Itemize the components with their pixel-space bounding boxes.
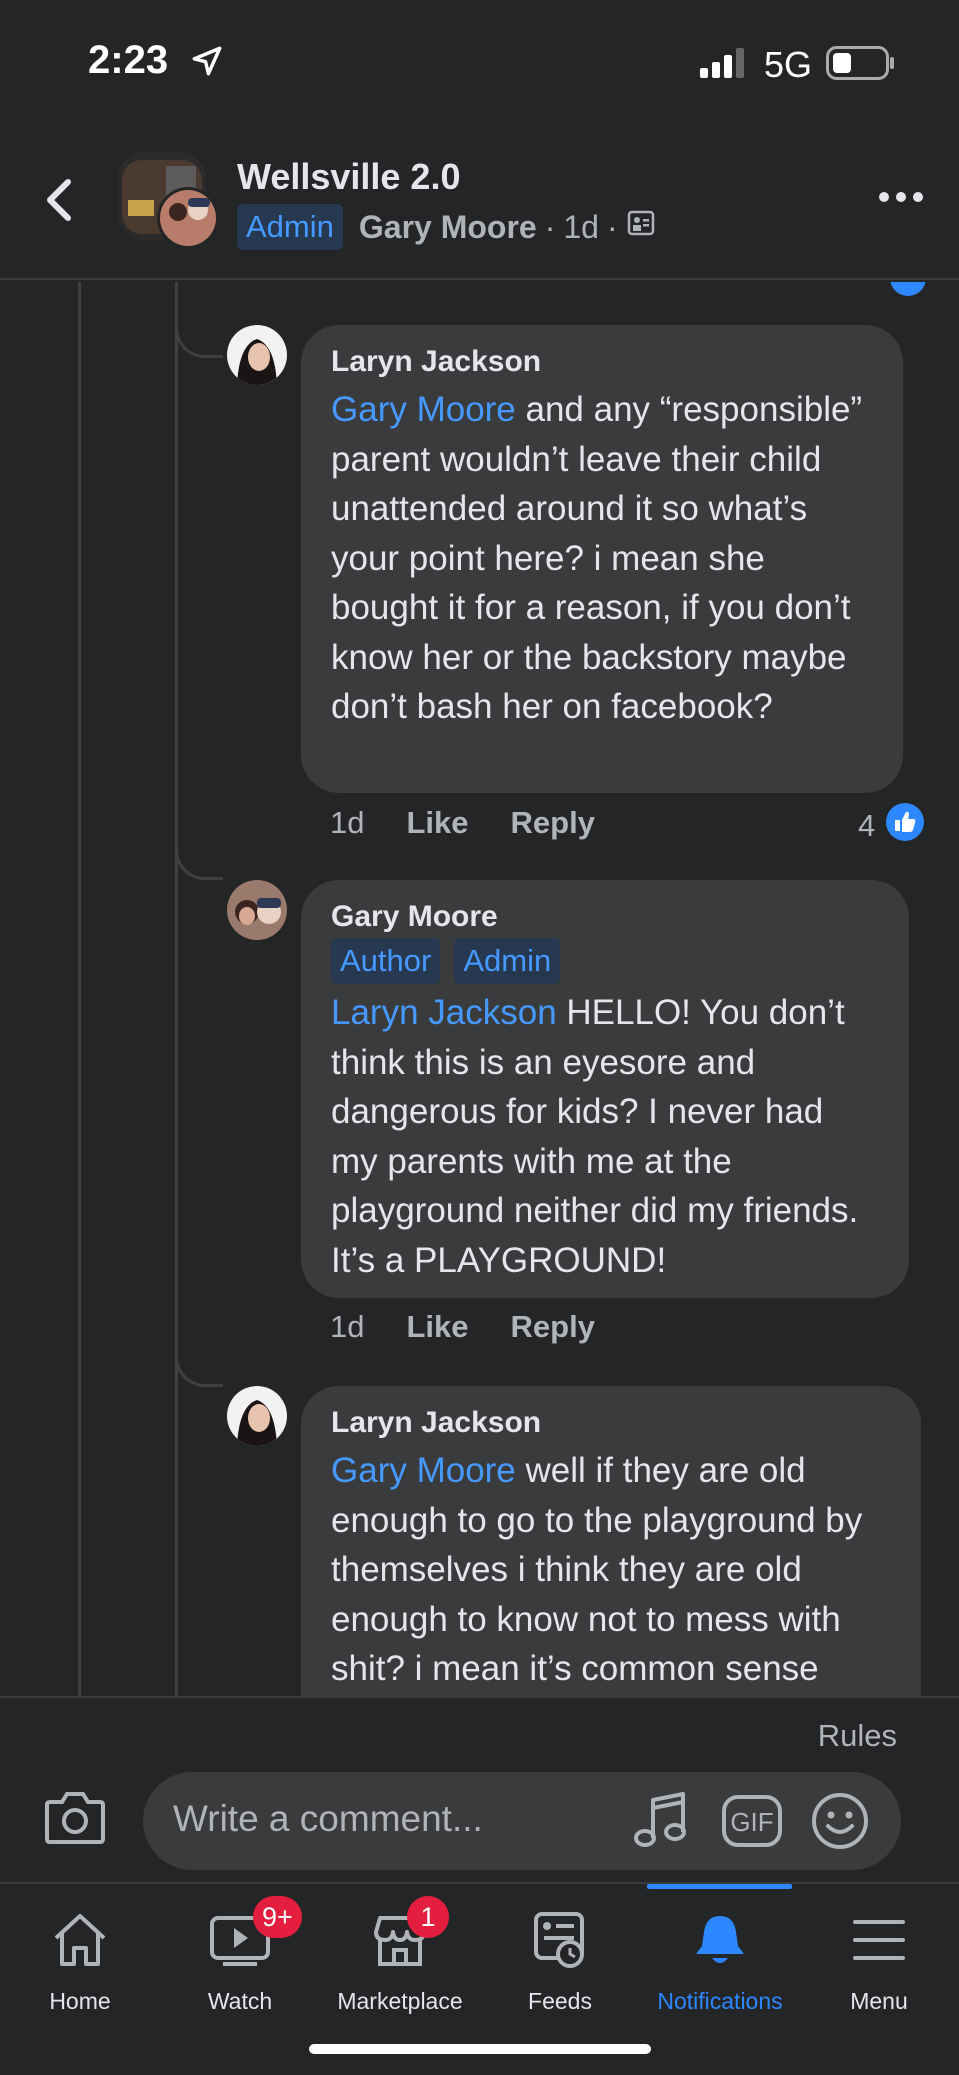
comment-input[interactable] [173, 1798, 613, 1840]
tab-label: Notifications [657, 1988, 783, 2014]
group-avatar[interactable] [118, 152, 219, 252]
mention-link[interactable]: Gary Moore [331, 1451, 516, 1490]
tab-label: Menu [850, 1988, 908, 2014]
signal-bars-icon [700, 48, 748, 83]
location-arrow-icon [190, 44, 224, 83]
emoji-icon[interactable] [811, 1792, 869, 1855]
comment-time: 1d [330, 805, 365, 840]
like-reaction-icon [890, 282, 926, 296]
home-indicator [309, 2044, 651, 2054]
battery-icon [826, 46, 896, 85]
like-reaction-icon [885, 802, 925, 850]
comment-time: 1d [330, 1309, 365, 1344]
tab-feeds[interactable]: Feeds [480, 1884, 640, 2034]
notification-badge: 9+ [253, 1896, 302, 1938]
reply-button[interactable]: Reply [511, 1309, 595, 1345]
tab-label: Watch [207, 1988, 273, 2014]
network-type: 5G [764, 44, 813, 85]
post-header: Wellsville 2.0 Admin Gary Moore · 1d · [0, 130, 959, 280]
comment-text: Laryn Jackson HELLO! You don’t think thi… [331, 988, 879, 1285]
reaction-count: 4 [858, 808, 876, 843]
mention-link[interactable]: Gary Moore [331, 390, 516, 429]
admin-badge: Admin [454, 938, 561, 984]
reply-connector [175, 1307, 223, 1387]
feeds-icon [530, 1910, 590, 1975]
post-meta: Admin Gary Moore · 1d · [237, 204, 656, 250]
tab-menu[interactable]: Menu [799, 1884, 959, 2034]
thread-line [175, 282, 178, 1696]
comment-text: Gary Moore well if they are old enough t… [331, 1446, 891, 1694]
comment-actions: 1d Like Reply [330, 1309, 637, 1345]
reply-button[interactable]: Reply [511, 805, 595, 841]
tab-home[interactable]: Home [0, 1884, 160, 2034]
author-badges: Author Admin [331, 938, 879, 984]
menu-icon [849, 1910, 909, 1975]
avatar[interactable] [227, 880, 287, 940]
comment-bubble: Gary Moore Author Admin Laryn Jackson HE… [301, 880, 909, 1298]
admin-badge: Admin [237, 204, 343, 250]
group-name[interactable]: Wellsville 2.0 [237, 156, 460, 198]
comment-body: HELLO! You don’t think this is an eyesor… [331, 993, 859, 1280]
status-time: 2:23 [88, 38, 169, 82]
tab-marketplace[interactable]: 1 Marketplace [320, 1884, 480, 2034]
comment-author[interactable]: Laryn Jackson [331, 343, 873, 381]
camera-icon[interactable] [44, 1790, 106, 1849]
tab-label: Feeds [528, 1988, 592, 2014]
separator-dot: · [544, 208, 556, 245]
tab-label: Marketplace [337, 1988, 463, 2014]
comment-text: Gary Moore and any “responsible” parent … [331, 385, 873, 732]
tab-label: Home [49, 1988, 111, 2014]
gif-button[interactable]: GIF [721, 1794, 783, 1853]
post-age: 1d [563, 208, 599, 245]
comment-author[interactable]: Laryn Jackson [331, 1404, 891, 1442]
reply-connector [175, 802, 223, 880]
comment-field[interactable]: GIF [143, 1772, 901, 1870]
status-bar: 2:23 5G [0, 0, 959, 130]
like-button[interactable]: Like [406, 805, 468, 841]
tab-notifications[interactable]: Notifications [640, 1884, 800, 2034]
tab-watch[interactable]: 9+ Watch [160, 1884, 320, 2034]
music-note-icon[interactable] [633, 1790, 689, 1855]
post-author[interactable]: Gary Moore [359, 209, 537, 246]
comment-bubble: Laryn Jackson Gary Moore well if they ar… [301, 1386, 921, 1696]
reply-connector [175, 282, 223, 358]
avatar[interactable] [227, 325, 287, 385]
author-badge: Author [331, 938, 441, 984]
comment-body: and any “responsible” parent wouldn’t le… [331, 390, 863, 726]
comment-thread: Laryn Jackson Gary Moore and any “respon… [0, 282, 959, 1696]
back-button[interactable] [36, 170, 80, 230]
comment-author[interactable]: Gary Moore [331, 898, 879, 936]
rules-link[interactable]: Rules [818, 1718, 897, 1754]
comment-actions: 1d Like Reply [330, 805, 637, 841]
like-button[interactable]: Like [406, 1309, 468, 1345]
home-icon [50, 1910, 110, 1975]
more-options-button[interactable] [876, 182, 926, 212]
privacy-icon [626, 208, 656, 246]
reaction-summary[interactable]: 4 [858, 802, 925, 850]
avatar[interactable] [227, 1386, 287, 1446]
notification-badge: 1 [407, 1896, 449, 1938]
mention-link[interactable]: Laryn Jackson [331, 993, 557, 1032]
separator-dot: · [606, 208, 618, 245]
thread-line [78, 282, 81, 1696]
bell-icon [690, 1910, 750, 1975]
comment-bubble: Laryn Jackson Gary Moore and any “respon… [301, 325, 903, 793]
comment-composer: Rules GIF [0, 1696, 959, 1882]
svg-text:GIF: GIF [730, 1807, 773, 1837]
